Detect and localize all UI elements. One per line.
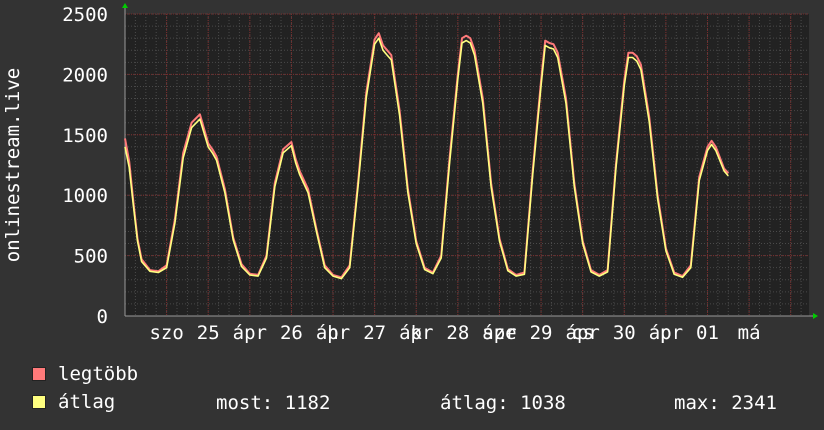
y-axis-arrow — [122, 3, 128, 8]
y-tick-label: 500 — [74, 246, 108, 268]
x-tick-label: 26 — [280, 322, 303, 344]
y-tick-label: 0 — [97, 306, 108, 328]
x-tick-label: szo — [149, 322, 183, 344]
stat-avg: átlag: 1038 — [440, 392, 566, 414]
y-tick-label: 2000 — [62, 64, 108, 86]
chart: 05001000150020002500 szo 25 ápr 26 áprh 27 ápr… — [2, 3, 818, 344]
legend-item-avg: átlag — [32, 391, 116, 413]
y-tick-labels: 0 500 1000 1500 2000 2500 — [62, 4, 108, 328]
y-tick-label: 1500 — [62, 125, 108, 147]
x-tick-label: ápr — [233, 322, 267, 344]
x-tick-label: k — [411, 322, 423, 344]
max-swatch — [32, 367, 46, 381]
x-tick-label: 01 — [696, 322, 719, 344]
x-tick-label: 30 — [613, 322, 636, 344]
x-tick-labels: szo 25 ápr 26 áprh 27 áprk 28 áprsze 29 áprcs 30 ápr… — [149, 322, 760, 344]
plot-area — [125, 14, 809, 316]
x-tick-label: 28 — [446, 322, 469, 344]
x-tick-label: h — [327, 322, 338, 344]
x-tick-label: 29 — [530, 322, 553, 344]
x-axis-arrow — [813, 313, 818, 319]
x-tick-label: 27 — [363, 322, 386, 344]
avg-swatch — [32, 395, 46, 409]
stat-max: max: 2341 — [674, 392, 777, 414]
y-tick-label: 1000 — [62, 185, 108, 207]
legend-label-max: legtöbb — [58, 363, 139, 385]
legend-label-avg: átlag — [58, 391, 116, 413]
stat-now: most: 1182 — [216, 392, 331, 414]
x-tick-label: sze — [482, 322, 516, 344]
legend-item-max: legtöbb — [32, 363, 139, 385]
y-tick-label: 2500 — [62, 4, 108, 26]
y-axis-label: onlinestream.live — [2, 68, 24, 262]
x-tick-label: cs — [571, 322, 594, 344]
x-tick-label: p — [660, 322, 671, 344]
x-tick-label: má — [738, 322, 761, 344]
x-tick-label: 25 — [197, 322, 220, 344]
